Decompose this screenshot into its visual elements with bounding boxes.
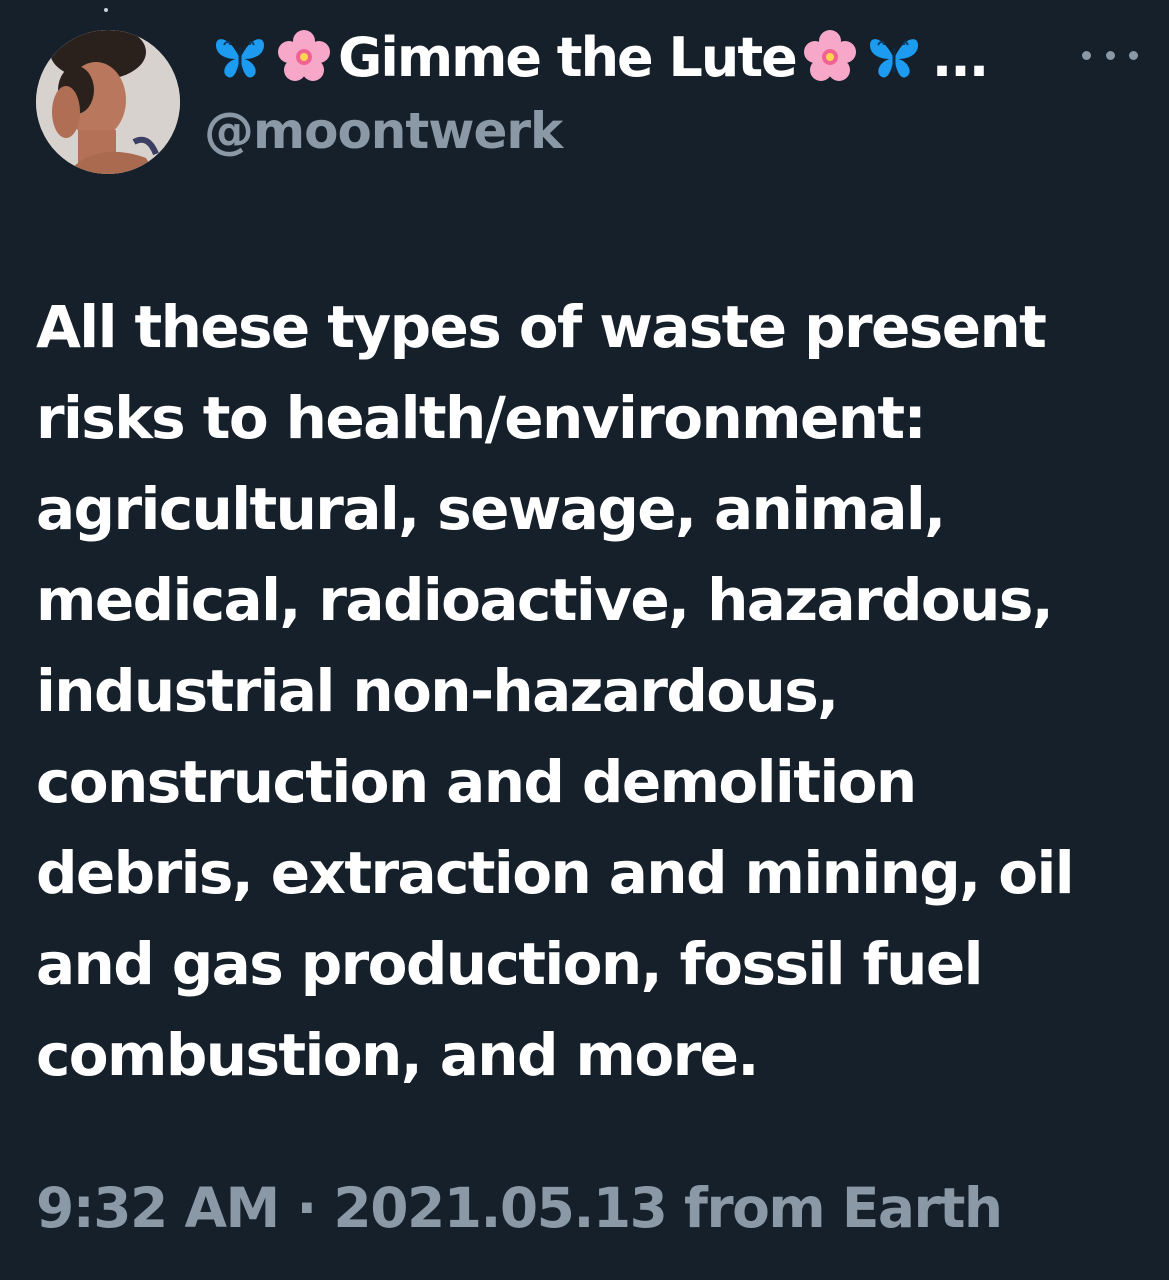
display-name-row[interactable]: Gimme the Lute ... — [208, 22, 990, 92]
tweet-body-line: construction and demolition — [36, 748, 917, 816]
display-name: Gimme the Lute — [338, 25, 798, 89]
tweet-body: All these types of waste present risks t… — [36, 282, 1136, 1101]
more-dot — [1105, 50, 1115, 60]
more-dot — [1082, 50, 1091, 60]
user-handle[interactable]: @moontwerk — [204, 102, 563, 160]
tweet-body-line: All these types of waste present — [36, 293, 1047, 361]
tweet-body-line: combustion, and more. — [36, 1021, 759, 1089]
cherry-blossom-icon — [798, 25, 862, 89]
tweet-body-line: risks to health/environment: — [36, 384, 927, 452]
avatar-image — [36, 30, 180, 174]
name-truncation: ... — [931, 25, 990, 89]
status-dot — [104, 8, 108, 12]
butterfly-icon — [208, 25, 272, 89]
tweet-body-line: agricultural, sewage, animal, — [36, 475, 946, 543]
more-dot — [1129, 50, 1138, 60]
cherry-blossom-icon — [272, 25, 336, 89]
butterfly-icon — [862, 25, 926, 89]
tweet-body-line: debris, extraction and mining, oil — [36, 839, 1075, 907]
avatar[interactable] — [36, 30, 180, 174]
tweet-body-line: medical, radioactive, hazardous, — [36, 566, 1054, 634]
tweet-card: Gimme the Lute ... @moontwerk All these … — [0, 0, 1169, 1280]
tweet-body-line: industrial non-hazardous, — [36, 657, 839, 725]
more-options-icon[interactable] — [1082, 40, 1138, 70]
tweet-timestamp[interactable]: 9:32 AM · 2021.05.13 from Earth — [36, 1176, 1003, 1240]
tweet-body-line: and gas production, fossil fuel — [36, 930, 983, 998]
